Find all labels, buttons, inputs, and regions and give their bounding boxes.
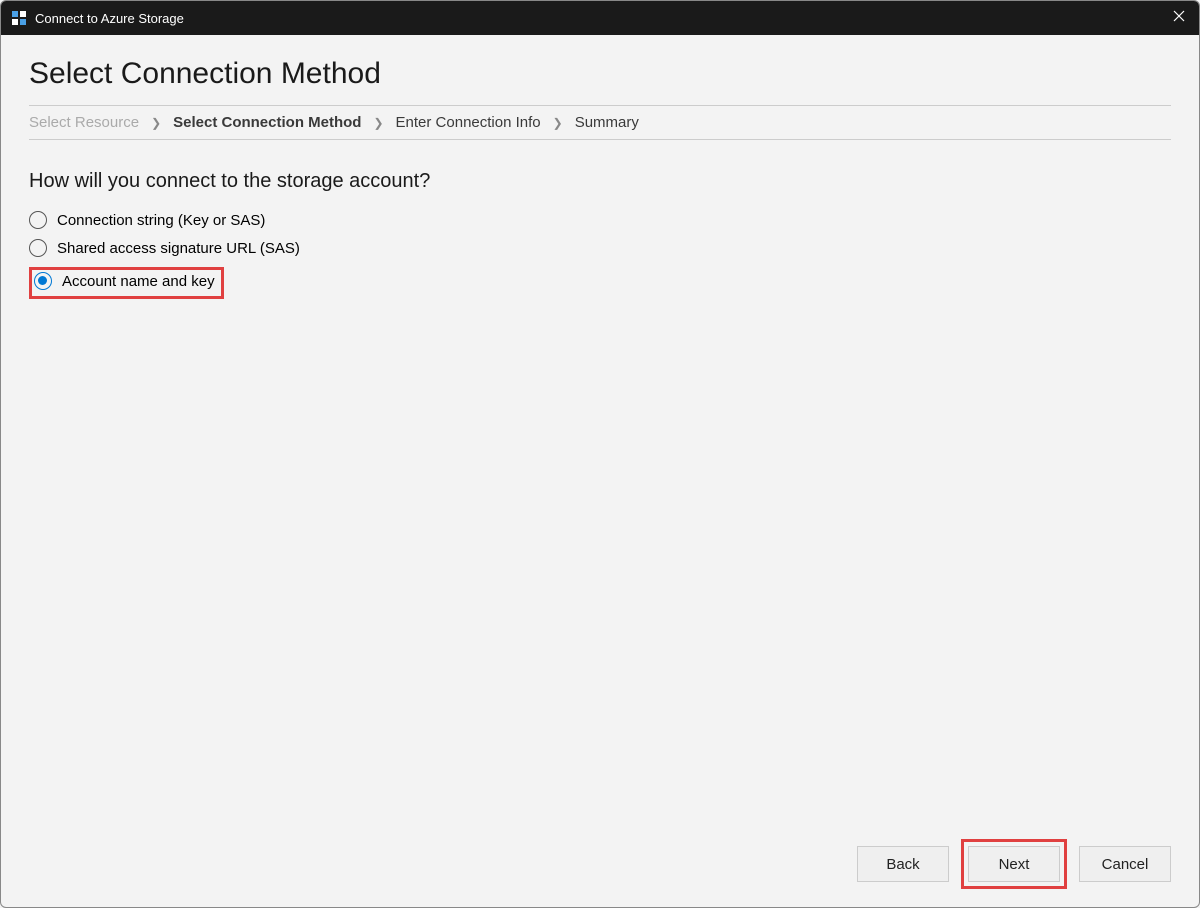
chevron-right-icon: ❯	[373, 116, 383, 130]
back-button[interactable]: Back	[857, 846, 949, 882]
option-sas-url[interactable]: Shared access signature URL (SAS)	[29, 239, 1171, 257]
cancel-button[interactable]: Cancel	[1079, 846, 1171, 882]
highlight-annotation: Next	[961, 839, 1067, 889]
radio-account-name-key[interactable]	[34, 272, 52, 290]
chevron-right-icon: ❯	[553, 116, 563, 130]
option-account-name-key[interactable]: Account name and key	[34, 272, 215, 290]
radio-connection-string[interactable]	[29, 211, 47, 229]
options-group: Connection string (Key or SAS) Shared ac…	[29, 211, 1171, 299]
footer-buttons: Back Next Cancel	[857, 839, 1171, 889]
close-icon[interactable]	[1169, 9, 1189, 27]
option-label: Account name and key	[62, 273, 215, 290]
dialog-content: Select Connection Method Select Resource…	[1, 35, 1199, 907]
option-label: Shared access signature URL (SAS)	[57, 240, 300, 257]
question-label: How will you connect to the storage acco…	[29, 170, 1171, 193]
breadcrumb: Select Resource ❯ Select Connection Meth…	[29, 105, 1171, 140]
azure-storage-icon	[11, 10, 27, 26]
titlebar-left: Connect to Azure Storage	[11, 10, 184, 26]
breadcrumb-step-summary[interactable]: Summary	[575, 114, 639, 131]
breadcrumb-step-select-resource[interactable]: Select Resource	[29, 114, 139, 131]
next-button[interactable]: Next	[968, 846, 1060, 882]
window-title: Connect to Azure Storage	[35, 11, 184, 26]
breadcrumb-step-enter-connection-info[interactable]: Enter Connection Info	[396, 114, 541, 131]
chevron-right-icon: ❯	[151, 116, 161, 130]
breadcrumb-step-select-connection-method[interactable]: Select Connection Method	[173, 114, 361, 131]
dialog-window: Connect to Azure Storage Select Connecti…	[0, 0, 1200, 908]
highlight-annotation: Account name and key	[29, 267, 224, 299]
option-label: Connection string (Key or SAS)	[57, 212, 265, 229]
option-connection-string[interactable]: Connection string (Key or SAS)	[29, 211, 1171, 229]
radio-sas-url[interactable]	[29, 239, 47, 257]
page-title: Select Connection Method	[29, 57, 1171, 91]
titlebar: Connect to Azure Storage	[1, 1, 1199, 35]
